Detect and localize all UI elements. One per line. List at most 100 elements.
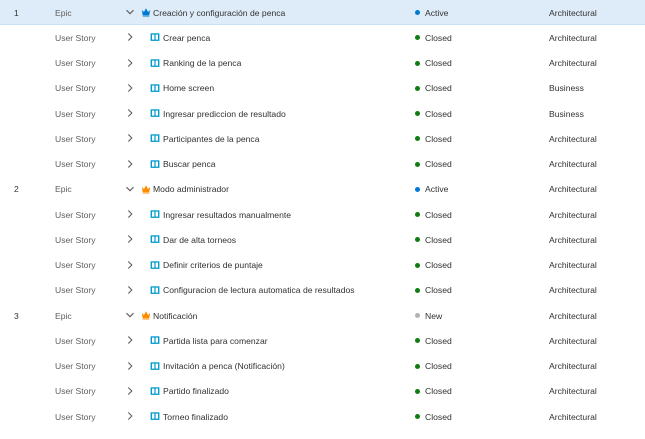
chevron-right-icon[interactable] <box>124 132 136 144</box>
state-label: Closed <box>425 234 452 245</box>
value-area: Architectural <box>549 386 597 397</box>
chevron-right-icon[interactable] <box>124 410 136 422</box>
work-item-title[interactable]: Crear penca <box>163 33 210 43</box>
chevron-right-icon[interactable] <box>124 360 136 372</box>
story-row[interactable]: User Story Ranking de la penca Closed Archi… <box>0 51 645 76</box>
chevron-down-icon[interactable] <box>124 6 136 18</box>
chevron-right-icon[interactable] <box>124 334 136 346</box>
state-dot-icon <box>415 313 420 318</box>
work-item-type: Epic <box>55 310 72 321</box>
story-row[interactable]: User Story Partido finalizado Closed Archit… <box>0 379 645 404</box>
work-item-title[interactable]: Modo administrador <box>153 184 229 194</box>
story-row[interactable]: User Story Home screen Closed Business <box>0 76 645 101</box>
work-item-type: User Story <box>55 159 96 169</box>
chevron-right-icon[interactable] <box>124 233 136 245</box>
state-dot-icon <box>415 237 420 243</box>
chevron-right-icon[interactable] <box>124 208 136 220</box>
story-row[interactable]: User Story Torneo finalizado Closed Archite… <box>0 404 645 429</box>
story-row[interactable]: User Story Definir criterios de puntaje Cl… <box>0 253 645 278</box>
book-icon <box>150 58 160 68</box>
value-area: Architectural <box>549 184 597 195</box>
value-area: Architectural <box>549 234 597 245</box>
state-label: Closed <box>425 386 452 397</box>
book-icon <box>150 361 160 371</box>
state-label: Closed <box>425 159 452 169</box>
state-dot-icon <box>415 60 420 66</box>
story-row[interactable]: User Story Ingresar prediccion de resulta… <box>0 101 645 126</box>
work-item-title[interactable]: Notificación <box>153 311 197 321</box>
story-row[interactable]: User Story Crear penca Closed Architectural <box>0 25 645 50</box>
work-item-title[interactable]: Partido finalizado <box>163 386 229 396</box>
story-row[interactable]: User Story Invitación a penca (Notificaci… <box>0 354 645 379</box>
state-cell: Closed <box>415 285 452 295</box>
work-item-title[interactable]: Invitación a penca (Notificación) <box>163 361 285 371</box>
chevron-right-icon[interactable] <box>124 31 136 43</box>
epic-row[interactable]: 2 Epic Modo administrador Active Architectur… <box>0 177 645 202</box>
value-area: Architectural <box>549 361 597 371</box>
chevron-right-icon[interactable] <box>124 259 136 271</box>
state-cell: Closed <box>415 336 452 346</box>
work-item-title[interactable]: Buscar penca <box>163 159 216 169</box>
work-item-type: User Story <box>55 285 96 296</box>
work-item-title[interactable]: Partida lista para comenzar <box>163 336 268 346</box>
work-item-title[interactable]: Ingresar prediccion de resultado <box>163 109 286 119</box>
chevron-right-icon[interactable] <box>124 107 136 119</box>
state-label: Closed <box>425 108 452 119</box>
book-icon <box>150 209 160 219</box>
state-dot-icon <box>415 414 420 419</box>
state-label: Active <box>425 184 449 195</box>
chevron-right-icon[interactable] <box>124 57 136 69</box>
backlog-order: 2 <box>14 184 19 195</box>
state-dot-icon <box>415 363 420 369</box>
state-label: Closed <box>425 133 452 144</box>
value-area: Architectural <box>549 133 597 144</box>
state-label: Closed <box>425 335 452 346</box>
value-area: Architectural <box>549 58 597 68</box>
work-item-title[interactable]: Definir criterios de puntaje <box>163 260 263 270</box>
state-cell: Closed <box>415 109 452 119</box>
story-row[interactable]: User Story Dar de alta torneos Closed Archi… <box>0 227 645 252</box>
state-cell: Closed <box>415 33 452 43</box>
work-item-title[interactable]: Torneo finalizado <box>163 412 228 422</box>
chevron-down-icon[interactable] <box>124 309 136 321</box>
story-row[interactable]: User Story Ingresar resultados manualment… <box>0 202 645 227</box>
chevron-right-icon[interactable] <box>124 385 136 397</box>
state-label: New <box>425 310 443 321</box>
story-row[interactable]: User Story Participantes de la penca Close… <box>0 126 645 151</box>
state-cell: Closed <box>415 83 452 93</box>
book-icon <box>150 260 160 270</box>
epic-row[interactable]: 3 Epic Notificación New Architectural <box>0 303 645 328</box>
work-item-type: User Story <box>55 32 96 43</box>
work-item-title[interactable]: Home screen <box>163 83 214 93</box>
work-item-title[interactable]: Ranking de la penca <box>163 58 241 68</box>
chevron-down-icon[interactable] <box>124 183 136 195</box>
book-icon <box>150 32 160 42</box>
book-icon <box>150 108 160 118</box>
chevron-right-icon[interactable] <box>124 82 136 94</box>
state-label: Closed <box>425 260 452 270</box>
state-cell: Closed <box>415 235 452 245</box>
state-dot-icon <box>415 338 420 344</box>
work-item-type: User Story <box>55 83 96 94</box>
work-item-title[interactable]: Participantes de la penca <box>163 134 260 144</box>
work-item-title[interactable]: Dar de alta torneos <box>163 235 236 245</box>
state-label: Closed <box>425 285 452 296</box>
state-dot-icon <box>415 111 420 116</box>
chevron-right-icon[interactable] <box>124 284 136 296</box>
value-area: Architectural <box>549 32 597 43</box>
story-row[interactable]: User Story Partida lista para comenzar Clo… <box>0 328 645 353</box>
state-dot-icon <box>415 161 420 167</box>
work-item-title[interactable]: Creación y configuración de penca <box>153 8 285 18</box>
work-item-title[interactable]: Configuracion de lectura automatica de r… <box>163 285 355 295</box>
backlog-order: 3 <box>14 310 19 321</box>
value-area: Architectural <box>549 260 597 270</box>
book-icon <box>150 234 160 244</box>
book-icon <box>150 411 160 421</box>
state-dot-icon <box>415 35 420 41</box>
story-row[interactable]: User Story Configuracion de lectura autom… <box>0 278 645 303</box>
chevron-right-icon[interactable] <box>124 158 136 170</box>
work-item-title[interactable]: Ingresar resultados manualmente <box>163 210 291 220</box>
state-dot-icon <box>415 186 420 192</box>
epic-row[interactable]: 1 Epic Creación y configuración de penca Ac… <box>0 0 645 25</box>
story-row[interactable]: User Story Buscar penca Closed Architectura… <box>0 152 645 177</box>
